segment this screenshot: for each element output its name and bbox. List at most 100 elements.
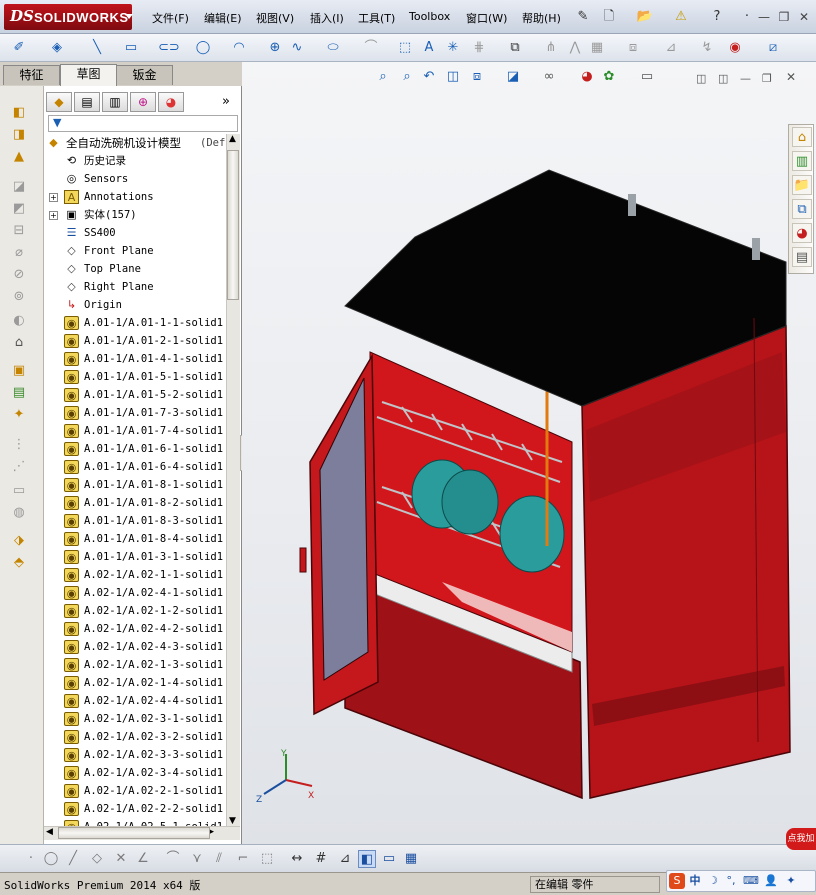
expand-toggle-icon[interactable]: + [49,193,58,202]
tree-item[interactable]: ◇ Right Plane [44,278,226,296]
menu-file[interactable]: 文件(F) [152,10,189,26]
instant3d-icon[interactable]: ⬗ [8,532,30,550]
solidworks-resources-icon[interactable]: ⌂ [792,127,812,147]
polygon-tool-icon[interactable]: ◇ [88,850,106,868]
new-document-icon[interactable]: 🗋 [600,8,618,26]
solidworks-logo[interactable]: DS SOLIDWORKS [4,4,133,30]
tree-item[interactable]: ◉A.02-1/A.02-5-1-solid1 [44,818,226,826]
grid-tool-icon[interactable]: # [312,850,330,868]
offset-icon[interactable]: ⋔ [542,39,560,57]
tree-item[interactable]: ◉ A.01-1/A.01-4-1-solid1 [44,350,226,368]
tree-item[interactable]: ◎ Sensors [44,170,226,188]
tree-item[interactable]: ◉ A.01-1/A.01-7-3-solid1 [44,404,226,422]
tree-item[interactable]: ◉ A.01-1/A.01-8-4-solid1 [44,530,226,548]
tree-horizontal-scroll-thumb[interactable] [58,827,210,839]
dotted-box-icon[interactable]: ⬚ [258,850,276,868]
tree-item[interactable]: ☰ SS400 [44,224,226,242]
slash-tool-icon[interactable]: ⫽ [210,850,228,868]
doc-minimize-icon[interactable]: — [740,72,751,85]
tree-filter-input[interactable]: ▼ [48,115,238,132]
circle-tool-icon[interactable]: ◯ [42,850,60,868]
menu-edit[interactable]: 编辑(E) [204,10,242,26]
menu-toolbox[interactable]: Toolbox [409,10,450,23]
lofted-boss-icon[interactable]: ◪ [8,178,30,196]
tree-item[interactable]: ◉ A.02-1/A.02-4-1-solid1 [44,584,226,602]
options-dot-icon[interactable]: · [738,8,756,26]
tree-item[interactable]: ◉ A.02-1/A.02-1-3-solid1 [44,656,226,674]
tree-item[interactable]: + A Annotations [44,188,226,206]
mirror-feature-icon[interactable]: ⋰ [8,458,30,476]
3d-sketch-icon[interactable]: ◧ [358,850,376,868]
revolved-cut-icon[interactable]: ⊘ [8,266,30,284]
tab-sheet-metal[interactable]: 钣金 [116,65,173,85]
revolved-boss-icon[interactable]: ◨ [8,126,30,144]
soft-keyboard-icon[interactable]: ⌨ [743,873,759,889]
repair-sketch-icon[interactable]: ↯ [698,39,716,57]
scroll-up-icon[interactable]: ▲ [229,134,236,144]
tree-item[interactable]: ◉ A.02-1/A.02-3-1-solid1 [44,710,226,728]
view-orientation-icon[interactable]: ⧈ [468,68,486,86]
minimize-window-icon[interactable]: — [756,9,772,25]
reference-geometry-icon[interactable]: ⌂ [8,334,30,352]
tab-features[interactable]: 特征 [3,65,60,85]
tree-item[interactable]: ◉ A.02-1/A.02-3-2-solid1 [44,728,226,746]
pin-icon[interactable]: ✎ [574,8,592,26]
tree-item[interactable]: ◉ A.02-1/A.02-1-4-solid1 [44,674,226,692]
fillet-feature-icon[interactable]: ◐ [8,312,30,330]
view-settings-icon[interactable]: ▭ [638,68,656,86]
polygon-icon[interactable]: ⊕ [266,39,284,57]
tree-item[interactable]: ◉ A.02-1/A.02-1-2-solid1 [44,602,226,620]
zoom-to-fit-icon[interactable]: ⌕ [374,68,392,86]
tree-item[interactable]: ◉ A.01-1/A.01-8-1-solid1 [44,476,226,494]
rib-icon[interactable]: ▣ [8,362,30,380]
apply-scene-icon[interactable]: ✿ [600,68,618,86]
fillet-icon[interactable]: ⌒ [362,39,380,57]
tree-item[interactable]: ◉ A.01-1/A.01-8-2-solid1 [44,494,226,512]
instant2d-icon[interactable]: ⧄ [764,39,782,57]
boundary-boss-icon[interactable]: ◩ [8,200,30,218]
convert-entities-icon[interactable]: ⧉ [506,39,524,57]
tree-item[interactable]: ◉ A.02-1/A.02-4-4-solid1 [44,692,226,710]
tree-item[interactable]: ↳ Origin [44,296,226,314]
dimension-tool-icon[interactable]: ↔ [288,850,306,868]
custom-properties-icon[interactable]: ▤ [792,247,812,267]
scroll-left-icon[interactable]: ◀ [46,827,53,837]
menu-view[interactable]: 视图(V) [256,10,294,26]
menu-insert[interactable]: 插入(I) [310,10,344,26]
tree-root[interactable]: ◆ 全自动洗碗机设计模型 (Defa [44,134,226,152]
doc-restore-icon[interactable]: ❐ [762,72,772,85]
curves-icon[interactable]: ▭ [8,482,30,500]
extruded-boss-icon[interactable]: ◧ [8,104,30,122]
point-icon[interactable]: ✳ [444,39,462,57]
mirror-icon[interactable]: ⋀ [566,39,584,57]
circle-icon[interactable]: ◯ [194,39,212,57]
ime-mode-label[interactable]: 中 [687,873,703,889]
view-palette-icon[interactable]: ⧉ [792,199,812,219]
close-window-icon[interactable]: ✕ [796,9,812,25]
tree-item[interactable]: ◉ A.02-1/A.02-2-2-solid1 [44,800,226,818]
line-icon[interactable]: ╲ [88,39,106,57]
tree-item[interactable]: ◉ A.01-1/A.01-5-1-solid1 [44,368,226,386]
display-style-icon[interactable]: ◪ [504,68,522,86]
extruded-cut-icon[interactable]: ⊟ [8,222,30,240]
restore-window-icon[interactable]: ❐ [776,9,792,25]
hole-wizard-icon[interactable]: ⌀ [8,244,30,262]
expand-toggle-icon[interactable]: + [49,211,58,220]
tree-item[interactable]: ◉ A.01-1/A.01-6-1-solid1 [44,440,226,458]
file-explorer-icon[interactable]: 📁 [792,175,812,195]
wrap-icon[interactable]: ◍ [8,504,30,522]
split-view-icon[interactable]: ◫ [696,72,706,85]
hide-show-items-icon[interactable]: ∞ [540,68,558,86]
feature-tree-tab-icon[interactable]: ◆ [46,92,72,112]
move-entities-icon[interactable]: ⧈ [624,39,642,57]
edit-appearance-icon[interactable]: ◕ [578,68,596,86]
section-view-icon[interactable]: ◫ [444,68,462,86]
tree-item[interactable]: ⟲ 历史记录 [44,152,226,170]
swept-cut-icon[interactable]: ⊚ [8,288,30,306]
previous-view-icon[interactable]: ↶ [420,68,438,86]
ime-tools-icon[interactable]: ✦ [783,873,799,889]
point-tool-icon[interactable]: · [22,850,40,868]
corner-tool-icon[interactable]: ⌐ [234,850,252,868]
angle-tool-icon[interactable]: ∠ [134,850,152,868]
tree-item[interactable]: ◉ A.02-1/A.02-3-3-solid1 [44,746,226,764]
